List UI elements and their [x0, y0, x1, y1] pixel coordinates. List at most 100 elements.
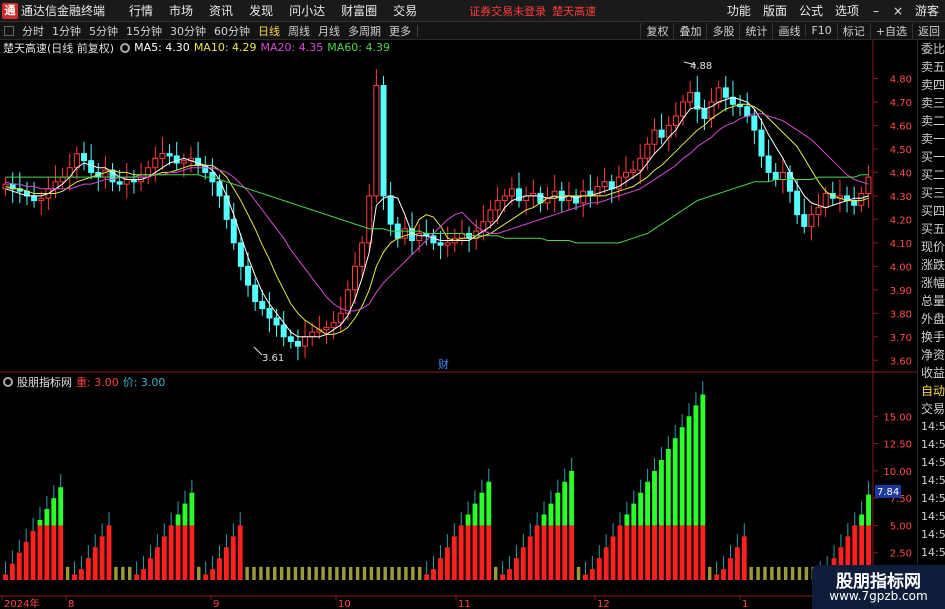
- side-item[interactable]: 委比: [918, 40, 945, 58]
- side-item[interactable]: 买二: [918, 166, 945, 184]
- candle-body: [287, 336, 294, 342]
- candle-body: [858, 193, 865, 206]
- date-tick-label: 2024年: [4, 597, 39, 609]
- candle-body: [501, 195, 508, 202]
- candle-body: [237, 242, 244, 267]
- candle-body: [159, 153, 166, 159]
- side-item[interactable]: 涨跌: [918, 256, 945, 274]
- candle-body: [444, 242, 451, 246]
- side-item[interactable]: 总量: [918, 292, 945, 310]
- candle-body: [366, 195, 373, 244]
- price-tick-label: 4.20: [890, 215, 912, 226]
- indicator-tick-label: 2.50: [890, 549, 912, 560]
- candle-body: [815, 207, 822, 216]
- side-item[interactable]: 买五: [918, 220, 945, 238]
- candle-body: [294, 340, 301, 347]
- candle-body: [173, 155, 180, 164]
- candle-body: [373, 85, 380, 197]
- ma-line-ma60: [5, 174, 869, 244]
- candle-body: [273, 317, 280, 326]
- price-tick-label: 3.70: [890, 333, 912, 344]
- candle-body: [73, 153, 80, 169]
- price-tick-label: 4.50: [890, 145, 912, 156]
- candle-body: [865, 176, 872, 195]
- watermark: 股朋指标网 www.7gpzb.com: [812, 565, 945, 609]
- date-tick-label: 12: [597, 599, 610, 609]
- price-tick-label: 4.70: [890, 98, 912, 109]
- candle-body: [180, 160, 187, 164]
- candle-body: [758, 129, 765, 157]
- date-axis: 2024年 8 9 10 11 12 1: [1, 596, 748, 609]
- candle-body: [166, 153, 173, 157]
- kline-chart[interactable]: 3.60 3.70 3.80 3.90 4.00 4.10 4.20 4.30 4.40 4.50…: [0, 0, 945, 609]
- indicator-tick-label: 10.00: [883, 467, 912, 478]
- candle-body: [794, 190, 801, 216]
- candles[interactable]: [2, 69, 872, 361]
- candle-body: [309, 331, 316, 338]
- side-item[interactable]: 卖一: [918, 130, 945, 148]
- candle-body: [772, 171, 779, 180]
- candle-body: [337, 312, 344, 324]
- side-item[interactable]: 收益: [918, 364, 945, 382]
- side-item[interactable]: 卖三: [918, 94, 945, 112]
- candle-body: [801, 214, 808, 227]
- side-item[interactable]: 现价: [918, 238, 945, 256]
- ma-lines: [5, 96, 869, 338]
- current-value: 7.84: [877, 487, 899, 498]
- candle-body: [344, 289, 351, 314]
- tick-time: 14:56: [921, 510, 945, 523]
- candle-body: [601, 181, 608, 187]
- candle-body: [630, 169, 637, 173]
- indicator-tick-label: 5.00: [890, 521, 912, 532]
- candle-body: [437, 242, 444, 246]
- candle-body: [487, 209, 494, 223]
- candle-body: [751, 115, 758, 131]
- candle-body: [230, 218, 237, 244]
- side-item[interactable]: 买三: [918, 184, 945, 202]
- side-item[interactable]: 卖二: [918, 112, 945, 130]
- candle-body: [494, 200, 501, 211]
- side-item[interactable]: 外盘: [918, 310, 945, 328]
- candle-body: [81, 153, 88, 162]
- side-item[interactable]: 换手: [918, 328, 945, 346]
- price-tick-label: 4.00: [890, 262, 912, 273]
- indicator-gear-icon[interactable]: [3, 376, 13, 387]
- tick-time: 14:56: [921, 438, 945, 451]
- main-grid: [0, 40, 917, 609]
- auto-toggle[interactable]: 自动: [918, 382, 945, 400]
- candle-body: [637, 157, 644, 171]
- candle-body: [102, 169, 109, 178]
- side-item[interactable]: 卖四: [918, 76, 945, 94]
- candle-body: [380, 85, 387, 197]
- tick-time: 14:56: [921, 492, 945, 505]
- candle-body: [708, 101, 715, 119]
- candle-body: [580, 190, 587, 204]
- ma-line-ma5: [5, 96, 869, 338]
- candle-body: [658, 129, 665, 138]
- ma-line-ma10: [5, 103, 869, 335]
- candle-body: [573, 195, 580, 204]
- price-tick-label: 3.90: [890, 286, 912, 297]
- side-item[interactable]: 卖五: [918, 58, 945, 76]
- candle-body: [779, 171, 786, 180]
- candle-body: [622, 171, 629, 178]
- indicator-bars[interactable]: [3, 381, 871, 580]
- indicator-param-weight: 重: 3.00: [76, 375, 119, 389]
- finance-marker[interactable]: 财: [438, 357, 449, 371]
- candle-body: [330, 322, 337, 328]
- candle-body: [359, 242, 366, 267]
- candle-body: [323, 326, 330, 331]
- candle-body: [722, 87, 729, 98]
- date-tick-label: 9: [213, 599, 219, 609]
- trade-button[interactable]: 交易: [918, 400, 945, 418]
- candle-body: [252, 284, 259, 303]
- side-item[interactable]: 买一: [918, 148, 945, 166]
- candle-body: [715, 87, 722, 103]
- price-tick-label: 4.30: [890, 192, 912, 203]
- candle-body: [88, 160, 95, 173]
- side-item[interactable]: 买四: [918, 202, 945, 220]
- candle-body: [245, 265, 252, 286]
- side-item[interactable]: 净资: [918, 346, 945, 364]
- side-item[interactable]: 涨幅: [918, 274, 945, 292]
- indicator-tick-label: 15.00: [883, 412, 912, 423]
